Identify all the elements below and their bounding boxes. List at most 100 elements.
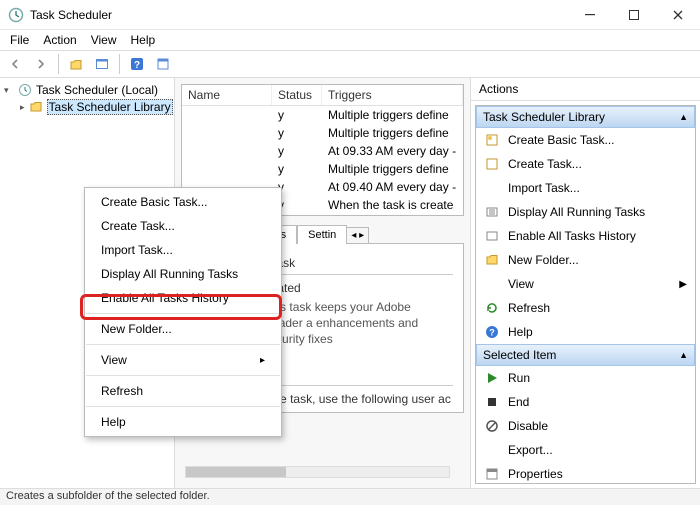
action-create-basic-task[interactable]: Create Basic Task... <box>476 128 695 152</box>
menu-file[interactable]: File <box>4 31 35 49</box>
row-status: y <box>272 142 322 160</box>
toolbar: ? <box>0 50 700 78</box>
properties-button-toolbar[interactable] <box>152 53 174 75</box>
expand-icon[interactable]: ▸ <box>20 102 25 113</box>
tree-library[interactable]: ▸ Task Scheduler Library <box>2 98 172 116</box>
row-status: y <box>272 106 322 124</box>
chevron-up-icon: ▲ <box>679 112 688 122</box>
action-help[interactable]: ?Help <box>476 320 695 344</box>
col-status[interactable]: Status <box>272 85 322 105</box>
row-trigger: Multiple triggers define <box>322 124 463 142</box>
help-icon: ? <box>484 324 500 340</box>
row-status: y <box>272 160 322 178</box>
action-export[interactable]: Export... <box>476 438 695 462</box>
action-import-task[interactable]: Import Task... <box>476 176 695 200</box>
ctx-create-task[interactable]: Create Task... <box>85 214 281 238</box>
svg-text:?: ? <box>134 60 140 71</box>
forward-button[interactable] <box>30 53 52 75</box>
collapse-icon[interactable]: ▾ <box>4 85 14 96</box>
refresh-icon <box>484 300 500 316</box>
chevron-right-icon: ▸ <box>260 355 265 366</box>
ctx-refresh[interactable]: Refresh <box>85 379 281 403</box>
close-button[interactable] <box>656 0 700 30</box>
properties-icon <box>484 466 500 482</box>
status-bar: Creates a subfolder of the selected fold… <box>0 488 700 505</box>
action-end[interactable]: End <box>476 390 695 414</box>
back-button[interactable] <box>4 53 26 75</box>
list-row[interactable]: yAt 09.33 AM every day - <box>182 142 463 160</box>
section-label: Task Scheduler Library <box>483 110 605 124</box>
task-icon <box>484 156 500 172</box>
action-new-folder[interactable]: New Folder... <box>476 248 695 272</box>
svg-text:?: ? <box>489 328 495 338</box>
action-enable-history[interactable]: Enable All Tasks History <box>476 224 695 248</box>
action-label: Properties <box>508 467 563 481</box>
horizontal-scrollbar[interactable] <box>185 466 450 478</box>
actions-title: Actions <box>471 78 700 101</box>
folder-icon <box>29 100 43 114</box>
stop-icon <box>484 394 500 410</box>
col-name[interactable]: Name <box>182 85 272 105</box>
help-button-toolbar[interactable]: ? <box>126 53 148 75</box>
context-menu: Create Basic Task... Create Task... Impo… <box>84 187 282 437</box>
action-display-running[interactable]: Display All Running Tasks <box>476 200 695 224</box>
row-trigger: At 09.33 AM every day - <box>322 142 463 160</box>
ctx-enable-history[interactable]: Enable All Tasks History <box>85 286 281 310</box>
ctx-help[interactable]: Help <box>85 410 281 434</box>
minimize-button[interactable] <box>568 0 612 30</box>
action-label: Create Task... <box>508 157 582 171</box>
action-label: Refresh <box>508 301 550 315</box>
history-icon <box>484 228 500 244</box>
action-refresh[interactable]: Refresh <box>476 296 695 320</box>
actions-section-selected[interactable]: Selected Item ▲ <box>476 344 695 366</box>
ctx-view[interactable]: View ▸ <box>85 348 281 372</box>
chevron-up-icon: ▲ <box>679 350 688 360</box>
action-label: Enable All Tasks History <box>508 229 636 243</box>
ctx-import-task[interactable]: Import Task... <box>85 238 281 262</box>
folder-up-button[interactable] <box>65 53 87 75</box>
menu-action[interactable]: Action <box>37 31 82 49</box>
list-row[interactable]: yMultiple triggers define <box>182 124 463 142</box>
chevron-right-icon: ▶ <box>679 279 687 290</box>
action-label: Disable <box>508 419 548 433</box>
show-pane-button[interactable] <box>91 53 113 75</box>
action-properties[interactable]: Properties <box>476 462 695 484</box>
export-icon <box>484 442 500 458</box>
action-label: New Folder... <box>508 253 579 267</box>
import-icon <box>484 180 500 196</box>
app-icon <box>8 7 24 23</box>
tab-settings[interactable]: Settin <box>297 225 347 244</box>
list-row[interactable]: yMultiple triggers define <box>182 106 463 124</box>
ctx-display-running[interactable]: Display All Running Tasks <box>85 262 281 286</box>
row-trigger: At 09.40 AM every day - <box>322 178 463 196</box>
action-disable[interactable]: Disable <box>476 414 695 438</box>
row-trigger: Multiple triggers define <box>322 106 463 124</box>
action-label: Display All Running Tasks <box>508 205 645 219</box>
clock-icon <box>18 83 32 97</box>
list-header: Name Status Triggers <box>182 85 463 106</box>
col-triggers[interactable]: Triggers <box>322 85 463 105</box>
ctx-new-folder[interactable]: New Folder... <box>85 317 281 341</box>
maximize-button[interactable] <box>612 0 656 30</box>
ctx-label: View <box>101 353 127 367</box>
tree-root[interactable]: ▾ Task Scheduler (Local) <box>2 82 172 98</box>
action-run[interactable]: Run <box>476 366 695 390</box>
menu-help[interactable]: Help <box>125 31 162 49</box>
actions-section-library[interactable]: Task Scheduler Library ▲ <box>476 106 695 128</box>
section-label: Selected Item <box>483 348 556 362</box>
tree-root-label: Task Scheduler (Local) <box>36 83 158 97</box>
row-trigger: Multiple triggers define <box>322 160 463 178</box>
tree-library-label: Task Scheduler Library <box>47 99 173 115</box>
action-label: Run <box>508 371 530 385</box>
menu-bar: File Action View Help <box>0 30 700 50</box>
tab-scroll[interactable]: ◂ ▸ <box>347 227 369 243</box>
action-create-task[interactable]: Create Task... <box>476 152 695 176</box>
action-view[interactable]: View▶ <box>476 272 695 296</box>
menu-view[interactable]: View <box>85 31 123 49</box>
ctx-create-basic-task[interactable]: Create Basic Task... <box>85 190 281 214</box>
action-label: Import Task... <box>508 181 580 195</box>
list-icon <box>484 204 500 220</box>
list-row[interactable]: yMultiple triggers define <box>182 160 463 178</box>
action-label: Create Basic Task... <box>508 133 615 147</box>
wizard-icon <box>484 132 500 148</box>
